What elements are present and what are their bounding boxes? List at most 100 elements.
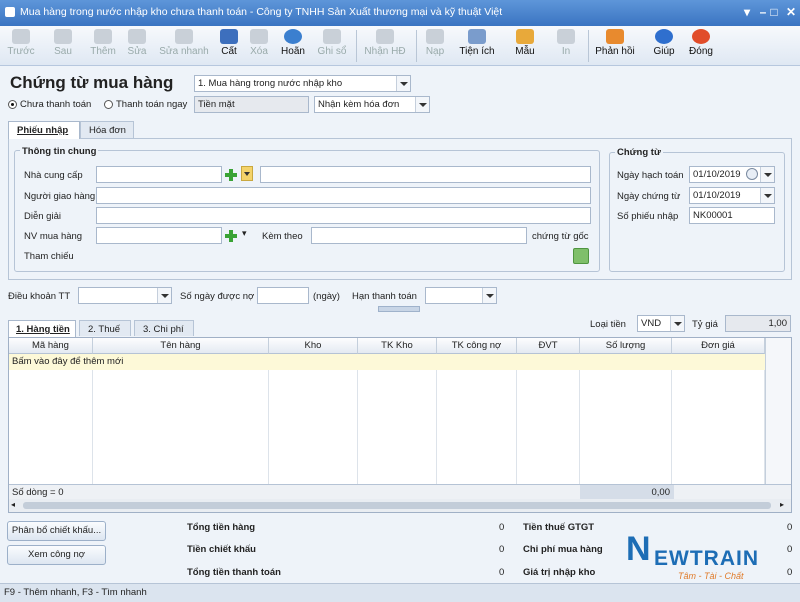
view-debt-button[interactable]: Xem công nợ xyxy=(7,545,106,565)
radio-paid-label: Thanh toán ngay xyxy=(116,99,188,110)
scroll-right-icon[interactable]: ▸ xyxy=(780,500,784,509)
utilities-button[interactable]: Tiện ích xyxy=(456,28,498,64)
delete-icon xyxy=(250,29,268,44)
tab-receipt[interactable]: Phiếu nhập xyxy=(8,121,80,139)
close-window-button[interactable]: ✕ xyxy=(783,4,799,20)
undo-icon xyxy=(284,29,302,44)
chevron-down-icon[interactable] xyxy=(482,288,496,303)
feedback-button[interactable]: Phản hồi xyxy=(594,28,636,64)
reference-link-icon[interactable] xyxy=(573,248,589,264)
chevron-down-icon[interactable] xyxy=(760,167,774,182)
chevron-down-icon[interactable] xyxy=(415,97,429,112)
add-supplier-icon[interactable] xyxy=(224,168,238,182)
voucher-date-input[interactable]: 01/10/2019 xyxy=(689,187,775,204)
title-bar: Mua hàng trong nước nhập kho chưa thanh … xyxy=(0,0,800,26)
template-button[interactable]: Mẫu xyxy=(510,28,540,64)
column-header[interactable]: TK Kho xyxy=(358,338,437,354)
invoice-icon xyxy=(376,29,394,44)
quick-edit-icon xyxy=(175,29,193,44)
purchase-cost-value: 0 xyxy=(787,544,793,555)
chevron-down-icon[interactable]: ▾ xyxy=(739,4,755,20)
currency-select[interactable]: VND xyxy=(637,315,685,332)
tab-invoice[interactable]: Hóa đơn xyxy=(80,121,134,138)
supplier-name-input[interactable] xyxy=(260,166,591,183)
posting-date-input[interactable]: 01/10/2019 xyxy=(689,166,775,183)
deliverer-input[interactable] xyxy=(96,187,591,204)
column-header[interactable]: ĐVT xyxy=(517,338,580,354)
chevron-down-icon[interactable] xyxy=(157,288,171,303)
column-header[interactable]: TK công nợ xyxy=(437,338,517,354)
save-button[interactable]: Cất xyxy=(216,28,242,64)
allocate-discount-button[interactable]: Phân bổ chiết khấu... xyxy=(7,521,106,541)
buyer-label: NV mua hàng xyxy=(24,231,83,242)
due-date-select[interactable] xyxy=(425,287,497,304)
column-header[interactable]: Mã hàng xyxy=(9,338,93,354)
column-header[interactable]: Đơn giá xyxy=(672,338,765,354)
vat-value: 0 xyxy=(787,522,793,533)
collapse-splitter[interactable] xyxy=(378,306,420,312)
qty-total-cell: 0,00 xyxy=(580,485,674,499)
new-row[interactable]: Bấm vào đây để thêm mới xyxy=(9,354,765,370)
help-button[interactable]: Giúp xyxy=(650,28,678,64)
reference-label: Tham chiếu xyxy=(24,251,74,262)
discount-value: 0 xyxy=(499,544,505,555)
horizontal-scrollbar[interactable]: ◂ ▸ xyxy=(9,499,791,512)
scroll-thumb[interactable] xyxy=(23,502,771,509)
chevron-down-icon[interactable] xyxy=(396,76,410,91)
voucher-type-select[interactable]: 1. Mua hàng trong nước nhập kho xyxy=(194,75,411,92)
voucher-number-input[interactable]: NK00001 xyxy=(689,207,775,224)
new-document-icon xyxy=(94,29,112,44)
credit-days-input[interactable] xyxy=(257,287,309,304)
scroll-left-icon[interactable]: ◂ xyxy=(11,500,15,509)
general-info-legend: Thông tin chung xyxy=(20,146,99,157)
delete-button[interactable]: Xóa xyxy=(246,28,272,64)
chevron-down-icon[interactable]: ▾ xyxy=(242,228,247,239)
quick-edit-button[interactable]: Sửa nhanh xyxy=(158,28,210,64)
close-button[interactable]: Đóng xyxy=(686,28,716,64)
column-header[interactable]: Số lượng xyxy=(580,338,672,354)
buyer-input[interactable] xyxy=(96,227,222,244)
load-button[interactable]: Nạp xyxy=(422,28,448,64)
print-icon xyxy=(557,29,575,44)
supplier-code-input[interactable] xyxy=(96,166,222,183)
grid-column-line xyxy=(516,370,517,484)
help-icon xyxy=(655,29,673,44)
column-header[interactable]: Kho xyxy=(269,338,358,354)
tab-tax[interactable]: 2. Thuế xyxy=(79,320,131,336)
grid-body xyxy=(9,370,765,484)
invoice-option-select[interactable]: Nhận kèm hóa đơn xyxy=(314,96,430,113)
clock-icon[interactable] xyxy=(746,168,758,180)
next-button[interactable]: Sau xyxy=(48,28,78,64)
column-header[interactable]: Tên hàng xyxy=(93,338,269,354)
credit-days-label: Số ngày được nợ xyxy=(180,291,255,302)
description-input[interactable] xyxy=(96,207,591,224)
prev-button[interactable]: Trước xyxy=(4,28,38,64)
total-pay-label: Tổng tiền thanh toán xyxy=(187,567,281,578)
radio-unpaid[interactable] xyxy=(8,100,17,109)
edit-button[interactable]: Sửa xyxy=(124,28,150,64)
receive-invoice-button[interactable]: Nhận HĐ xyxy=(362,28,408,64)
tab-goods[interactable]: 1. Hàng tiền xyxy=(8,320,76,337)
post-button[interactable]: Ghi sổ xyxy=(314,28,350,64)
radio-paid[interactable] xyxy=(104,100,113,109)
post-icon xyxy=(323,29,341,44)
undo-button[interactable]: Hoãn xyxy=(278,28,308,64)
rate-field: 1,00 xyxy=(725,315,791,332)
add-button[interactable]: Thêm xyxy=(88,28,118,64)
vat-label: Tiền thuế GTGT xyxy=(523,522,595,533)
chevron-down-icon[interactable] xyxy=(670,316,684,331)
status-bar: F9 - Thêm nhanh, F3 - Tìm nhanh xyxy=(0,583,800,602)
attach-input[interactable] xyxy=(311,227,527,244)
maximize-button[interactable]: □ xyxy=(766,4,782,20)
supplier-dropdown-icon[interactable] xyxy=(241,166,253,181)
load-icon xyxy=(426,29,444,44)
total-goods-value: 0 xyxy=(499,522,505,533)
logo-text: EWTRAIN xyxy=(654,547,759,570)
grid-column-line xyxy=(671,370,672,484)
tab-cost[interactable]: 3. Chi phí xyxy=(134,320,194,336)
payment-terms-select[interactable] xyxy=(78,287,172,304)
chevron-down-icon[interactable] xyxy=(760,188,774,203)
print-button[interactable]: In xyxy=(554,28,578,64)
add-buyer-icon[interactable] xyxy=(224,229,238,243)
total-pay-value: 0 xyxy=(499,567,505,578)
